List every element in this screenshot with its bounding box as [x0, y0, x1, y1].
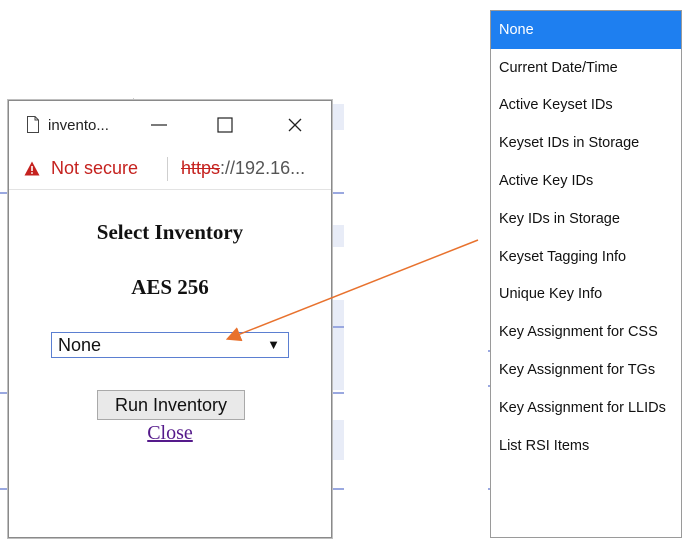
bg-strip [330, 420, 344, 460]
run-inventory-button[interactable]: Run Inventory [97, 390, 245, 420]
warning-icon [24, 161, 40, 176]
url-text[interactable]: https://192.16... [181, 158, 305, 179]
dropdown-option[interactable]: Key Assignment for CSS [491, 313, 681, 351]
bg-strip [330, 225, 344, 247]
address-bar[interactable]: Not secure https://192.16... [9, 149, 331, 190]
url-host: ://192.16... [220, 158, 306, 178]
bg-line [330, 192, 344, 194]
dropdown-option[interactable]: None [491, 11, 681, 49]
dropdown-option[interactable]: Active Keyset IDs [491, 87, 681, 125]
inventory-select[interactable]: None ▼ [51, 332, 289, 358]
bg-line [0, 488, 8, 490]
bg-strip [330, 300, 344, 390]
document-icon [27, 116, 39, 133]
window-title: invento... [48, 117, 109, 134]
bg-line [330, 488, 344, 490]
address-separator [167, 157, 168, 181]
not-secure-label[interactable]: Not secure [51, 158, 138, 179]
dropdown-option[interactable]: Key Assignment for LLIDs [491, 389, 681, 427]
dropdown-option[interactable]: Key IDs in Storage [491, 200, 681, 238]
minimize-icon[interactable] [145, 111, 173, 139]
page-title: Select Inventory [96, 220, 244, 244]
maximize-icon[interactable] [211, 111, 239, 139]
dropdown-option[interactable]: Unique Key Info [491, 276, 681, 314]
bg-line [330, 326, 344, 328]
page-subtitle: AES 256 [131, 275, 209, 299]
close-icon[interactable] [281, 111, 309, 139]
url-scheme: https [181, 158, 221, 178]
dropdown-option[interactable]: Key Assignment for TGs [491, 351, 681, 389]
popup-titlebar: invento... [9, 101, 331, 149]
dropdown-option[interactable]: Keyset IDs in Storage [491, 124, 681, 162]
bg-line [0, 392, 8, 394]
dropdown-option[interactable]: Active Key IDs [491, 162, 681, 200]
select-value: None [58, 335, 102, 355]
bg-line [330, 392, 344, 394]
dropdown-option[interactable]: Current Date/Time [491, 49, 681, 87]
bg-line [0, 192, 8, 194]
inventory-popup-window: invento... Not secure https://192.16... … [8, 100, 332, 538]
dropdown-arrow-icon: ▼ [267, 337, 280, 352]
dropdown-option[interactable]: List RSI Items [491, 427, 681, 465]
close-link[interactable]: Close [9, 422, 331, 445]
dropdown-options-list: None Current Date/Time Active Keyset IDs Ke… [490, 10, 682, 538]
bg-strip [330, 104, 344, 130]
dropdown-option[interactable]: Keyset Tagging Info [491, 238, 681, 276]
